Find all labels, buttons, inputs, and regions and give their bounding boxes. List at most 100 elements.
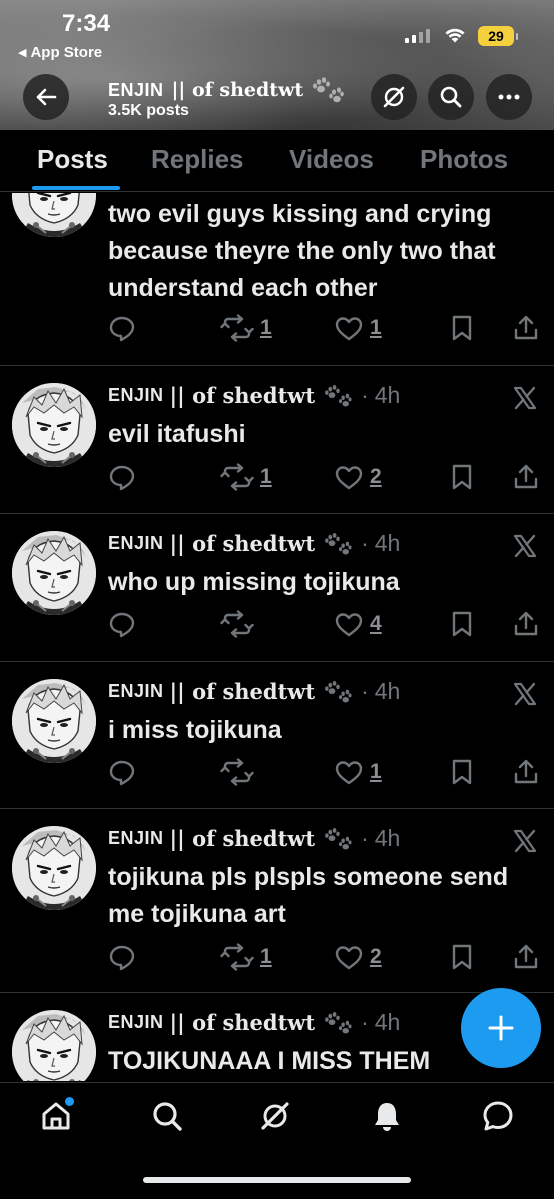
tab-posts[interactable]: Posts [37, 144, 108, 175]
post-item[interactable]: ENJIN || of shedtwt · 4h who up missing … [0, 514, 554, 662]
post-item[interactable]: ENJIN || of shedtwt · 4h tojikuna pls pl… [0, 809, 554, 993]
messages-icon[interactable] [481, 1099, 515, 1133]
reply-button[interactable] [108, 314, 136, 342]
tab-photos[interactable]: Photos [420, 144, 508, 175]
share-button[interactable] [512, 758, 540, 786]
repost-icon [220, 314, 254, 342]
avatar-image [12, 531, 96, 615]
avatar[interactable] [12, 679, 96, 763]
search-button[interactable] [428, 74, 474, 120]
grok-button[interactable] [371, 74, 417, 120]
repost-button[interactable]: 1 [220, 314, 272, 342]
reply-button[interactable] [108, 943, 136, 971]
paw-prints-icon [325, 532, 352, 554]
post-item[interactable]: ENJIN || of shedtwt · 4h i miss tojikuna… [0, 662, 554, 809]
share-button[interactable] [512, 314, 540, 342]
wifi-icon [445, 28, 465, 43]
plus-icon [488, 1015, 514, 1041]
back-app-label: App Store [30, 44, 103, 61]
bookmark-button[interactable] [450, 463, 474, 491]
author-name-caps: ENJIN [108, 1012, 164, 1032]
bookmark-icon [452, 315, 472, 341]
grok-icon[interactable] [258, 1099, 292, 1133]
post-time: 4h [374, 1009, 401, 1035]
post-item[interactable]: two evil guys kissing and crying because… [0, 193, 554, 366]
search-icon[interactable] [150, 1099, 184, 1133]
paw-prints-icon [325, 827, 352, 849]
reply-button[interactable] [108, 463, 136, 491]
author-name-caps: ENJIN [108, 828, 164, 848]
author-name-caps: ENJIN [108, 385, 164, 405]
post-meta: ENJIN || of shedtwt · 4h [108, 530, 400, 557]
post-separator: · [361, 825, 369, 851]
tab-replies[interactable]: Replies [151, 144, 244, 175]
post-actions: 4 [108, 610, 548, 642]
avatar[interactable] [12, 826, 96, 910]
repost-button[interactable]: 1 [220, 463, 272, 491]
profile-tabs: Posts Replies Videos Photos [0, 130, 554, 192]
more-dots-icon [498, 94, 520, 100]
repost-button[interactable]: 1 [220, 943, 272, 971]
back-to-app-store[interactable]: ◀ App Store [18, 44, 102, 61]
avatar[interactable] [12, 383, 96, 467]
repost-icon [220, 943, 254, 971]
like-count: 1 [370, 760, 382, 783]
post-item[interactable]: ENJIN || of shedtwt · 4h evil itafushi 1… [0, 366, 554, 514]
like-button[interactable]: 2 [334, 943, 382, 971]
repost-button[interactable] [220, 758, 260, 786]
post-actions: 1 2 [108, 943, 548, 975]
heart-icon [335, 946, 363, 970]
share-button[interactable] [512, 943, 540, 971]
bookmark-button[interactable] [450, 314, 474, 342]
bookmark-button[interactable] [450, 610, 474, 638]
repost-count: 1 [260, 316, 272, 339]
like-button[interactable]: 2 [334, 463, 382, 491]
avatar[interactable] [12, 1010, 96, 1081]
bookmark-icon [452, 944, 472, 970]
like-count: 2 [370, 465, 382, 488]
post-time: 4h [374, 825, 401, 851]
share-icon [514, 944, 538, 969]
profile-header-banner: 7:34 ◀ App Store 29 ENJIN || of shedtwt … [0, 0, 554, 130]
share-icon [514, 315, 538, 340]
share-icon [514, 611, 538, 636]
repost-button[interactable] [220, 610, 260, 638]
avatar[interactable] [12, 531, 96, 615]
post-separator: · [361, 382, 369, 408]
reply-icon [109, 316, 135, 342]
reply-button[interactable] [108, 758, 136, 786]
author-name-rest: || of shedtwt [169, 679, 316, 704]
reply-icon [109, 612, 135, 638]
bookmark-icon [452, 759, 472, 785]
heart-icon [335, 466, 363, 490]
reply-icon [109, 760, 135, 786]
bookmark-button[interactable] [450, 943, 474, 971]
compose-post-button[interactable] [461, 988, 541, 1068]
repost-count: 1 [260, 465, 272, 488]
like-button[interactable]: 4 [334, 610, 382, 638]
tab-videos[interactable]: Videos [289, 144, 374, 175]
share-icon [514, 759, 538, 784]
bell-icon[interactable] [370, 1099, 404, 1133]
avatar[interactable] [12, 193, 96, 237]
like-button[interactable]: 1 [334, 314, 382, 342]
reply-icon [109, 465, 135, 491]
author-name-caps: ENJIN [108, 533, 164, 553]
repost-icon [220, 610, 254, 638]
reply-button[interactable] [108, 610, 136, 638]
more-button[interactable] [486, 74, 532, 120]
share-button[interactable] [512, 463, 540, 491]
x-logo-icon [513, 682, 537, 706]
like-button[interactable]: 1 [334, 758, 382, 786]
bookmark-button[interactable] [450, 758, 474, 786]
post-meta: ENJIN || of shedtwt · 4h [108, 825, 400, 852]
posts-count: 3.5K posts [108, 102, 189, 119]
avatar-image [12, 679, 96, 763]
posts-feed[interactable]: two evil guys kissing and crying because… [0, 193, 554, 1081]
paw-prints-icon [325, 680, 352, 702]
post-time: 4h [374, 382, 401, 408]
avatar-image [12, 1010, 96, 1081]
search-icon [440, 86, 462, 108]
back-button[interactable] [23, 74, 69, 120]
share-button[interactable] [512, 610, 540, 638]
